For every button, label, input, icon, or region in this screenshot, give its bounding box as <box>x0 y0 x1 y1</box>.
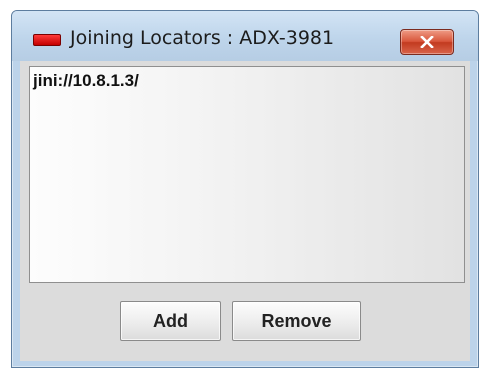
list-item[interactable]: jini://10.8.1.3/ <box>33 71 139 91</box>
add-button[interactable]: Add <box>120 301 221 341</box>
close-x-icon <box>420 36 434 48</box>
dialog-content: jini://10.8.1.3/ Add Remove <box>20 61 470 361</box>
remove-button[interactable]: Remove <box>232 301 361 341</box>
locator-list[interactable]: jini://10.8.1.3/ <box>29 66 465 283</box>
close-button[interactable] <box>400 29 454 55</box>
red-led-icon <box>33 34 61 46</box>
window-title: Joining Locators : ADX-3981 <box>70 27 335 49</box>
dialog-window: Joining Locators : ADX-3981 jini://10.8.… <box>11 10 479 368</box>
title-bar[interactable]: Joining Locators : ADX-3981 <box>12 11 478 61</box>
